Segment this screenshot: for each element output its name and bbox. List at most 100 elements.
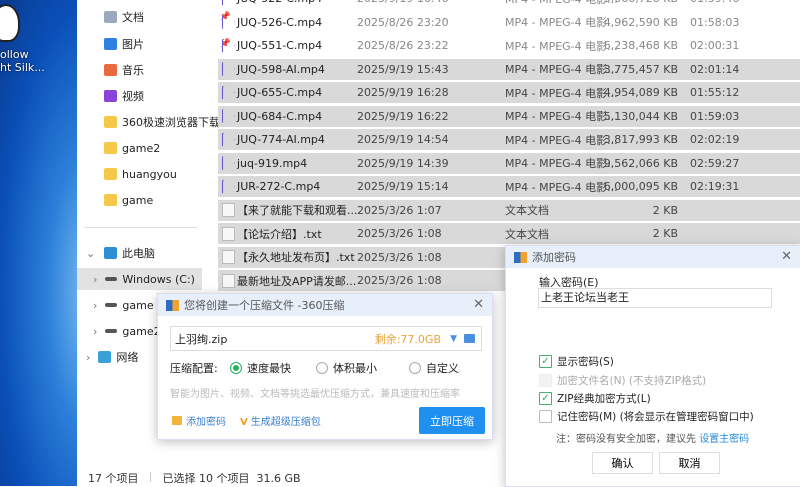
sidebar-item-label: 音乐 [122,64,144,77]
checkbox-icon[interactable]: ✓ [539,355,552,368]
360zip-logo-icon [514,251,527,263]
radio-label: 自定义 [426,362,459,375]
file-name: JUQ-551-C.mp4 [237,39,323,52]
super-archive-link[interactable]: V 生成超级压缩包 [240,413,321,428]
add-password-link[interactable]: 添加密码 [172,413,226,428]
file-duration: 01:58:03 [690,15,740,29]
file-row[interactable]: JUR-272-C.mp4 2025/9/19 15:14 MP4 - MPEG… [218,176,800,197]
music-icon [104,64,117,76]
file-type: 文本文档 [505,204,549,217]
file-row[interactable]: 【来了就能下载和观看... 2025/3/26 1:07 文本文档 2 KB [218,199,800,221]
file-date: 2025/9/19 14:54 [357,133,449,146]
file-date: 2025/9/19 16:28 [357,86,449,99]
dialog-title: 您将创建一个压缩文件 -360压缩 [184,299,345,312]
close-icon[interactable]: ✕ [473,297,484,312]
sidebar-item-label: 360极速浏览器下载 [122,116,220,129]
video-file-icon [222,156,235,170]
chevron-right-icon[interactable]: › [93,299,97,312]
file-row[interactable]: 【论坛介绍】.txt 2025/3/26 1:08 文本文档 2 KB [218,223,800,244]
option-checkbox[interactable]: ✓ 显示密码(S) [539,354,614,369]
sidebar-item[interactable]: 360极速浏览器下载 [104,111,229,133]
close-icon[interactable]: ✕ [781,249,792,264]
sidebar-item-label: 文档 [122,11,144,24]
desktop-icon-label[interactable]: ollow ht Silk... [0,48,45,74]
radio-label: 速度最快 [247,362,291,375]
radio-custom[interactable]: 自定义 [409,360,459,376]
password-input[interactable]: 上老王论坛当老王 [538,288,772,308]
note-text: 注：密码没有安全加密，建议先 [556,434,700,445]
checkbox-icon[interactable] [539,410,552,423]
radio-label: 体积最小 [333,362,377,375]
file-duration: 01:59:03 [690,109,740,123]
sidebar-item[interactable]: huangyou [104,163,229,185]
checkbox-icon[interactable]: ✓ [539,392,552,405]
file-size: 5,066,728 KB [598,0,678,5]
chevron-right-icon[interactable]: › [93,325,97,338]
video-file-icon [222,62,235,76]
file-row[interactable]: JUQ-551-C.mp4 2025/8/26 23:22 MP4 - MPEG… [218,35,800,56]
archive-filename[interactable]: 上羽绚.zip [175,331,227,347]
360zip-logo-icon [166,299,179,311]
file-duration: 02:59:27 [690,156,740,170]
file-name: JUQ-598-AI.mp4 [237,62,325,76]
sidebar-item[interactable]: 文档 📌 [104,6,231,28]
file-size: 9,562,066 KB [603,156,678,170]
video-icon [104,90,117,102]
drive-icon [105,303,118,307]
sidebar-item-label: Windows (C:) [122,272,195,286]
file-row[interactable]: JUQ-684-C.mp4 2025/9/19 16:22 MP4 - MPEG… [218,105,800,127]
file-size: 4,962,590 KB [603,15,678,29]
add-password-label[interactable]: 添加密码 [186,413,226,428]
file-row[interactable]: juq-919.mp4 2025/9/19 14:39 MP4 - MPEG-4… [218,152,800,174]
chevron-right-icon[interactable]: › [93,273,97,286]
sidebar-item[interactable]: 图片 📌 [104,33,231,55]
compress-now-button[interactable]: 立即压缩 [419,407,485,434]
super-archive-label[interactable]: 生成超级压缩包 [251,417,321,428]
drive-icon [105,329,118,333]
chevron-right-icon[interactable]: › [86,351,90,364]
folder-browse-icon[interactable] [464,334,475,343]
radio-icon[interactable] [316,362,328,374]
desktop: ollow ht Silk... [0,0,77,486]
option-checkbox[interactable]: 记住密码(M) (将会显示在管理密码窗口中) [539,409,754,424]
game-shortcut-icon[interactable] [0,4,20,42]
chevron-down-icon[interactable]: ⌄ [86,247,95,260]
file-name: JUQ-774-AI.mp4 [237,133,325,146]
add-password-dialog: 添加密码 ✕ 输入密码(E) 上老王论坛当老王 ✓ 显示密码(S) 加密文件名(N)… [505,245,800,487]
file-row[interactable]: JUQ-522-C.mp4 2025/9/19 16:46 MP4 - MPEG… [218,0,800,9]
set-master-password-link[interactable]: 设置主密码 [699,434,749,445]
sidebar-drive[interactable]: › Windows (C:) [77,268,202,290]
cancel-button[interactable]: 取消 [659,452,720,474]
sidebar-item[interactable]: 音乐📌 [104,59,231,81]
confirm-button[interactable]: 确认 [592,452,653,474]
radio-icon[interactable] [409,362,421,374]
radio-smallest[interactable]: 体积最小 [316,360,377,376]
sidebar-item-this-pc[interactable]: 此电脑 [104,242,229,264]
file-name: JUR-272-C.mp4 [237,180,321,193]
radio-fastest[interactable]: 速度最快 [230,360,291,376]
file-row[interactable]: JUQ-655-C.mp4 2025/9/19 16:28 MP4 - MPEG… [218,82,800,103]
file-date: 2025/9/19 14:39 [357,156,449,170]
checkbox-label: ZIP经典加密方式(L) [557,393,651,405]
archive-name-input[interactable]: 上羽绚.zip 剩余:77.0GB ▼ [170,326,482,351]
file-duration: 01:59:46 [690,0,739,5]
file-type: 文本文档 [505,227,549,241]
file-row[interactable]: JUQ-774-AI.mp4 2025/9/19 14:54 MP4 - MPE… [218,129,800,150]
sidebar-item[interactable]: game2 [104,137,229,159]
file-date: 2025/3/26 1:08 [357,227,442,240]
chevron-down-icon[interactable]: ▼ [450,334,457,344]
option-checkbox[interactable]: ✓ ZIP经典加密方式(L) [539,391,651,406]
file-row[interactable]: JUQ-526-C.mp4 2025/8/26 23:20 MP4 - MPEG… [218,12,800,33]
sidebar-item[interactable]: 视频📌 [104,85,231,107]
file-size: 3,775,457 KB [603,62,678,76]
file-size: 3,817,993 KB [603,133,678,146]
free-space: 剩余:77.0GB [374,332,441,346]
folder-icon [104,168,117,180]
file-date: 2025/3/26 1:08 [357,250,442,264]
file-date: 2025/9/19 15:43 [357,62,449,76]
sidebar-item[interactable]: game [104,189,229,211]
file-size: 2 KB [652,203,678,217]
file-name: 【来了就能下载和观看... [237,204,358,217]
file-row[interactable]: JUQ-598-AI.mp4 2025/9/19 15:43 MP4 - MPE… [218,58,800,80]
radio-icon[interactable] [230,362,242,374]
